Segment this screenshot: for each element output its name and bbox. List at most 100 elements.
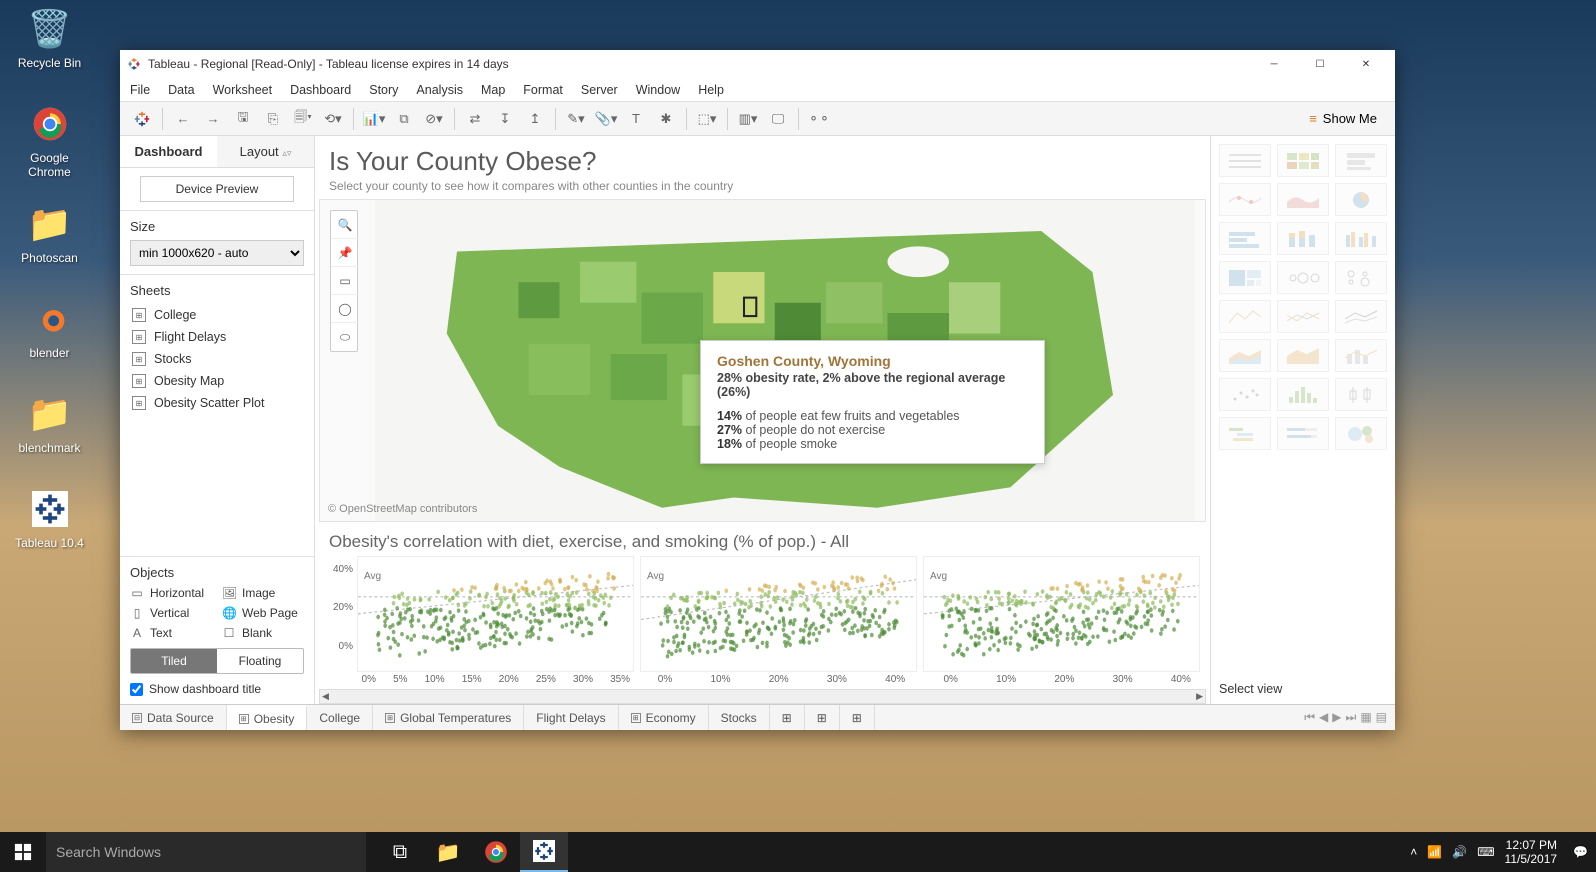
sm-area[interactable] xyxy=(1219,339,1271,372)
tray-keyboard-icon[interactable]: ⌨ xyxy=(1477,845,1494,859)
h-scrollbar[interactable]: ◀▶ xyxy=(319,689,1206,704)
totals-button[interactable]: T xyxy=(622,106,650,132)
menu-file[interactable]: File xyxy=(130,83,150,97)
show-title-check[interactable]: Show dashboard title xyxy=(130,682,304,696)
sm-treemap[interactable] xyxy=(1219,261,1271,294)
sm-text-table[interactable] xyxy=(1219,144,1271,177)
new-worksheet-tab[interactable]: ⊞ xyxy=(770,705,805,730)
menu-story[interactable]: Story xyxy=(369,83,398,97)
scatter-panel-1[interactable]: Avg xyxy=(357,556,634,672)
close-button[interactable]: ✕ xyxy=(1343,50,1389,78)
sm-stacked-bar[interactable] xyxy=(1277,222,1329,255)
menu-window[interactable]: Window xyxy=(636,83,680,97)
desktop-chrome[interactable]: Google Chrome xyxy=(12,100,87,179)
sm-map-filled[interactable] xyxy=(1277,183,1329,216)
share-button[interactable]: ⚬⚬ xyxy=(805,106,833,132)
fit-button[interactable]: ⬚▾ xyxy=(693,106,721,132)
obj-blank[interactable]: ☐Blank xyxy=(222,626,304,640)
undo-button[interactable]: ← xyxy=(169,106,197,132)
chrome-icon[interactable] xyxy=(472,832,520,872)
floating-button[interactable]: Floating xyxy=(217,649,303,673)
sm-hbar[interactable] xyxy=(1219,222,1271,255)
menu-dashboard[interactable]: Dashboard xyxy=(290,83,351,97)
tab-flight-delays[interactable]: Flight Delays xyxy=(524,705,618,730)
group-button[interactable]: 📎▾ xyxy=(592,106,620,132)
obj-image[interactable]: 🖼Image xyxy=(222,586,304,600)
tray-up-icon[interactable]: ˄ xyxy=(1410,845,1417,859)
redo-button[interactable]: → xyxy=(199,106,227,132)
explorer-icon[interactable]: 📁 xyxy=(424,832,472,872)
tab-dashboard[interactable]: Dashboard xyxy=(120,136,217,167)
map-radial-icon[interactable]: ⬭ xyxy=(331,323,359,351)
menu-analysis[interactable]: Analysis xyxy=(416,83,463,97)
tab-global-temp[interactable]: ⊞Global Temperatures xyxy=(373,705,524,730)
nav-last-icon[interactable]: ⏭ xyxy=(1346,710,1357,725)
menu-map[interactable]: Map xyxy=(481,83,505,97)
menu-help[interactable]: Help xyxy=(698,83,724,97)
desktop-tableau[interactable]: Tableau 10.4 xyxy=(12,485,87,550)
sm-side-bar[interactable] xyxy=(1335,222,1387,255)
map-search-icon[interactable]: 🔍 xyxy=(331,211,359,239)
tab-economy[interactable]: ⊞Economy xyxy=(619,705,709,730)
taskview-icon[interactable]: ⧉ xyxy=(376,832,424,872)
refresh-button[interactable]: ⟲▾ xyxy=(319,106,347,132)
desktop-photoscan[interactable]: 📁Photoscan xyxy=(12,200,87,265)
scatter-panel-3[interactable]: Avg xyxy=(923,556,1200,672)
view-filmstrip-icon[interactable]: ▤ xyxy=(1376,710,1387,725)
obesity-map[interactable]: 🔍 📌 ▭ ◯ ⬭ xyxy=(319,199,1206,522)
labels-button[interactable]: ✱ xyxy=(652,106,680,132)
autoupdate-button[interactable]: 🗐▾ xyxy=(289,106,317,132)
taskbar-clock[interactable]: 12:07 PM 11/5/2017 xyxy=(1505,838,1564,867)
sm-highlight[interactable] xyxy=(1335,144,1387,177)
sheet-college[interactable]: ⊞College xyxy=(130,304,304,326)
sm-box[interactable] xyxy=(1335,378,1387,411)
tableau-logo-icon[interactable] xyxy=(128,106,156,132)
sm-line-discrete[interactable] xyxy=(1277,300,1329,333)
tableau-icon[interactable] xyxy=(520,832,568,872)
sm-side-circle[interactable] xyxy=(1335,261,1387,294)
sheet-obesity-map[interactable]: ⊞Obesity Map xyxy=(130,370,304,392)
sm-packed-bubble[interactable] xyxy=(1335,417,1387,450)
tray-network-icon[interactable]: 📶 xyxy=(1427,845,1442,859)
highlight-button[interactable]: ✎▾ xyxy=(562,106,590,132)
view-grid-icon[interactable]: ▦ xyxy=(1360,710,1371,725)
maximize-button[interactable]: ☐ xyxy=(1297,50,1343,78)
nav-first-icon[interactable]: ⏮ xyxy=(1304,710,1315,725)
sm-gantt[interactable] xyxy=(1219,417,1271,450)
presentation-button[interactable]: 🖵 xyxy=(764,106,792,132)
obj-webpage[interactable]: 🌐Web Page xyxy=(222,606,304,620)
nav-prev-icon[interactable]: ◀ xyxy=(1319,710,1328,725)
sheet-flight-delays[interactable]: ⊞Flight Delays xyxy=(130,326,304,348)
scatter-area[interactable]: 40% 20% 0% Avg Avg Avg xyxy=(319,556,1206,672)
new-worksheet-button[interactable]: 📊▾ xyxy=(360,106,388,132)
sm-scatter[interactable] xyxy=(1219,378,1271,411)
tab-layout[interactable]: Layout ▵▿ xyxy=(217,136,314,167)
menu-worksheet[interactable]: Worksheet xyxy=(213,83,273,97)
notifications-icon[interactable]: 💬 xyxy=(1573,845,1588,859)
size-select[interactable]: min 1000x620 - auto xyxy=(130,240,304,266)
sheet-stocks[interactable]: ⊞Stocks xyxy=(130,348,304,370)
obj-text[interactable]: AText xyxy=(130,626,212,640)
map-lasso-icon[interactable]: ◯ xyxy=(331,295,359,323)
sm-bullet[interactable] xyxy=(1277,417,1329,450)
scatter-panel-2[interactable]: Avg xyxy=(640,556,917,672)
new-dashboard-tab[interactable]: ⊞ xyxy=(805,705,840,730)
map-rect-select-icon[interactable]: ▭ xyxy=(331,267,359,295)
map-pin-icon[interactable]: 📌 xyxy=(331,239,359,267)
sort-desc-button[interactable]: ↥ xyxy=(521,106,549,132)
tray-volume-icon[interactable]: 🔊 xyxy=(1452,845,1467,859)
obj-horizontal[interactable]: ▭Horizontal xyxy=(130,586,212,600)
swap-button[interactable]: ⇄ xyxy=(461,106,489,132)
sort-asc-button[interactable]: ↧ xyxy=(491,106,519,132)
sm-line[interactable] xyxy=(1219,300,1271,333)
menu-data[interactable]: Data xyxy=(168,83,194,97)
cards-button[interactable]: ▥▾ xyxy=(734,106,762,132)
sm-histogram[interactable] xyxy=(1277,378,1329,411)
sm-circle[interactable] xyxy=(1277,261,1329,294)
sm-pie[interactable] xyxy=(1335,183,1387,216)
obj-vertical[interactable]: ▯Vertical xyxy=(130,606,212,620)
desktop-blender[interactable]: blender xyxy=(12,295,87,360)
desktop-recycle-bin[interactable]: 🗑️Recycle Bin xyxy=(12,5,87,70)
tiled-button[interactable]: Tiled xyxy=(131,649,217,673)
menu-format[interactable]: Format xyxy=(523,83,563,97)
